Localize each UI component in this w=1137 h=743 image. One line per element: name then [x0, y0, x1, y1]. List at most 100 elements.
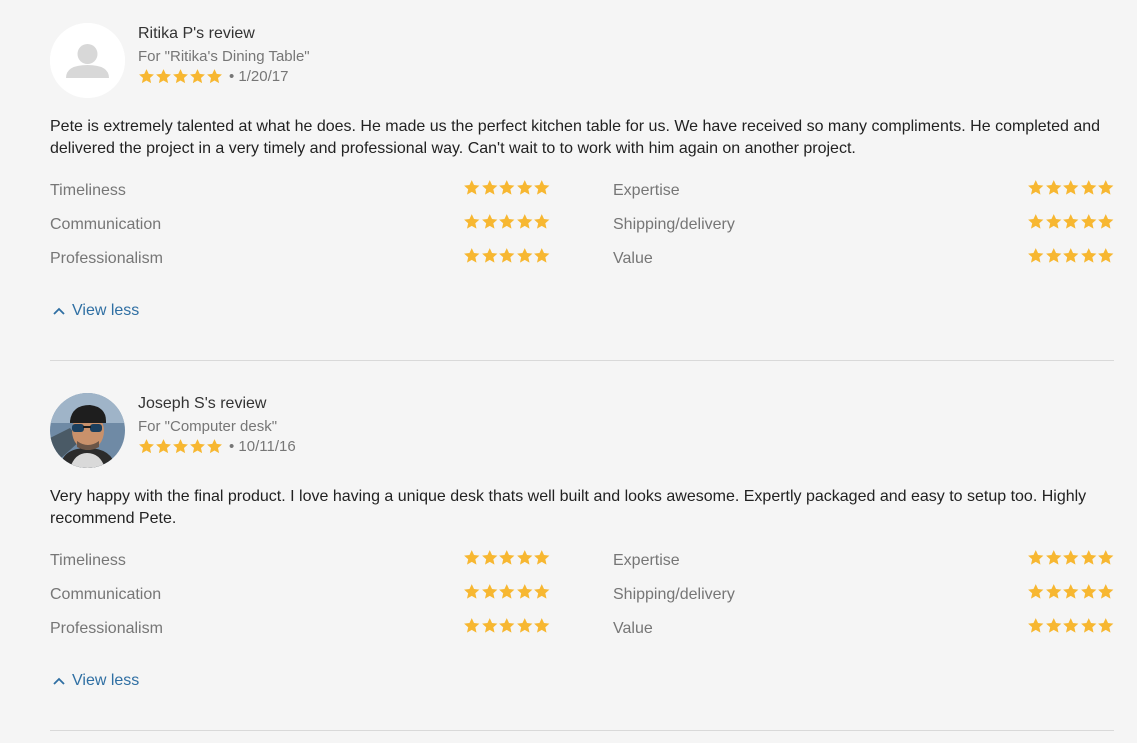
criteria-rating-timeliness [463, 549, 551, 567]
star-icon [499, 584, 515, 599]
criteria-label-shipping: Shipping/delivery [613, 586, 735, 603]
star-icon [1098, 214, 1114, 229]
criteria-label-expertise: Expertise [613, 182, 680, 199]
overall-rating-stars [138, 438, 223, 455]
star-icon [1063, 584, 1079, 599]
criteria-label-professionalism: Professionalism [50, 250, 163, 267]
star-icon [464, 584, 480, 599]
user-photo-image [50, 393, 125, 468]
criteria-rating-shipping [1027, 583, 1115, 601]
star-icon [1045, 584, 1061, 599]
star-icon [1045, 550, 1061, 565]
star-icon [173, 439, 188, 454]
star-icon [1080, 618, 1096, 633]
view-less-label: View less [72, 302, 140, 319]
star-icon [534, 550, 550, 565]
star-icon [464, 248, 480, 263]
criteria-rating-expertise [1027, 549, 1115, 567]
criteria-label-expertise: Expertise [613, 552, 680, 569]
overall-rating-stars [138, 68, 223, 85]
view-less-label: View less [72, 672, 140, 689]
star-icon [1063, 550, 1079, 565]
view-less-link[interactable]: View less [52, 672, 139, 690]
star-icon [481, 550, 497, 565]
star-icon [499, 180, 515, 195]
star-icon [1028, 584, 1044, 599]
criteria-rating-communication [463, 583, 551, 601]
star-icon [464, 180, 480, 195]
project-name: For "Computer desk" [138, 418, 278, 435]
criteria-rating-timeliness [463, 179, 551, 197]
star-icon [207, 439, 222, 454]
star-icon [481, 584, 497, 599]
star-icon [139, 69, 154, 84]
star-icon [516, 550, 532, 565]
review-body: Pete is extremely talented at what he do… [50, 118, 1101, 157]
criteria-rating-value [1027, 617, 1115, 635]
star-icon [516, 618, 532, 633]
review-date: • 10/11/16 [229, 438, 296, 455]
chevron-up-icon [53, 307, 65, 315]
reviewer-name: Joseph S's review [138, 395, 267, 412]
star-icon [190, 439, 205, 454]
star-icon [534, 214, 550, 229]
criteria-label-timeliness: Timeliness [50, 182, 126, 199]
star-icon [516, 248, 532, 263]
review-card: Joseph S's review For "Computer desk" • … [50, 370, 1114, 740]
reviewer-name: Ritika P's review [138, 25, 255, 42]
star-icon [534, 618, 550, 633]
project-name: For "Ritika's Dining Table" [138, 48, 310, 65]
star-icon [1063, 618, 1079, 633]
star-icon [1028, 180, 1044, 195]
star-icon [1063, 214, 1079, 229]
chevron-up-icon [53, 677, 65, 685]
criteria-label-communication: Communication [50, 586, 162, 603]
user-photo-avatar[interactable] [50, 393, 125, 468]
star-icon [481, 214, 497, 229]
review-meta: • 10/11/16 [138, 438, 296, 455]
star-icon [156, 439, 171, 454]
criteria-rating-professionalism [463, 617, 551, 635]
review-meta: • 1/20/17 [138, 68, 288, 85]
star-icon [516, 584, 532, 599]
star-icon [1045, 618, 1061, 633]
view-less-link[interactable]: View less [52, 302, 139, 320]
star-icon [499, 214, 515, 229]
star-icon [464, 618, 480, 633]
criteria-label-communication: Communication [50, 216, 162, 233]
star-icon [1098, 180, 1114, 195]
star-icon [1028, 248, 1044, 263]
star-icon [1028, 550, 1044, 565]
star-icon [481, 248, 497, 263]
star-icon [464, 550, 480, 565]
star-icon [190, 69, 205, 84]
criteria-label-value: Value [613, 250, 653, 267]
criteria-rating-value [1027, 247, 1115, 265]
review-divider [50, 730, 1114, 731]
star-icon [464, 214, 480, 229]
criteria-label-timeliness: Timeliness [50, 552, 126, 569]
star-icon [534, 584, 550, 599]
review-card: Ritika P's review For "Ritika's Dining T… [50, 0, 1114, 370]
star-icon [1045, 248, 1061, 263]
star-icon [1098, 550, 1114, 565]
review-body: Very happy with the final product. I lov… [50, 488, 1087, 527]
default-user-avatar[interactable] [50, 23, 125, 98]
star-icon [156, 69, 171, 84]
star-icon [1028, 214, 1044, 229]
star-icon [1080, 248, 1096, 263]
star-icon [499, 618, 515, 633]
star-icon [534, 180, 550, 195]
star-icon [1045, 214, 1061, 229]
star-icon [1080, 180, 1096, 195]
star-icon [516, 214, 532, 229]
star-icon [481, 618, 497, 633]
star-icon [499, 248, 515, 263]
criteria-rating-communication [463, 213, 551, 231]
star-icon [173, 69, 188, 84]
star-icon [516, 180, 532, 195]
star-icon [139, 439, 154, 454]
criteria-label-professionalism: Professionalism [50, 620, 163, 637]
star-icon [1098, 618, 1114, 633]
star-icon [1028, 618, 1044, 633]
